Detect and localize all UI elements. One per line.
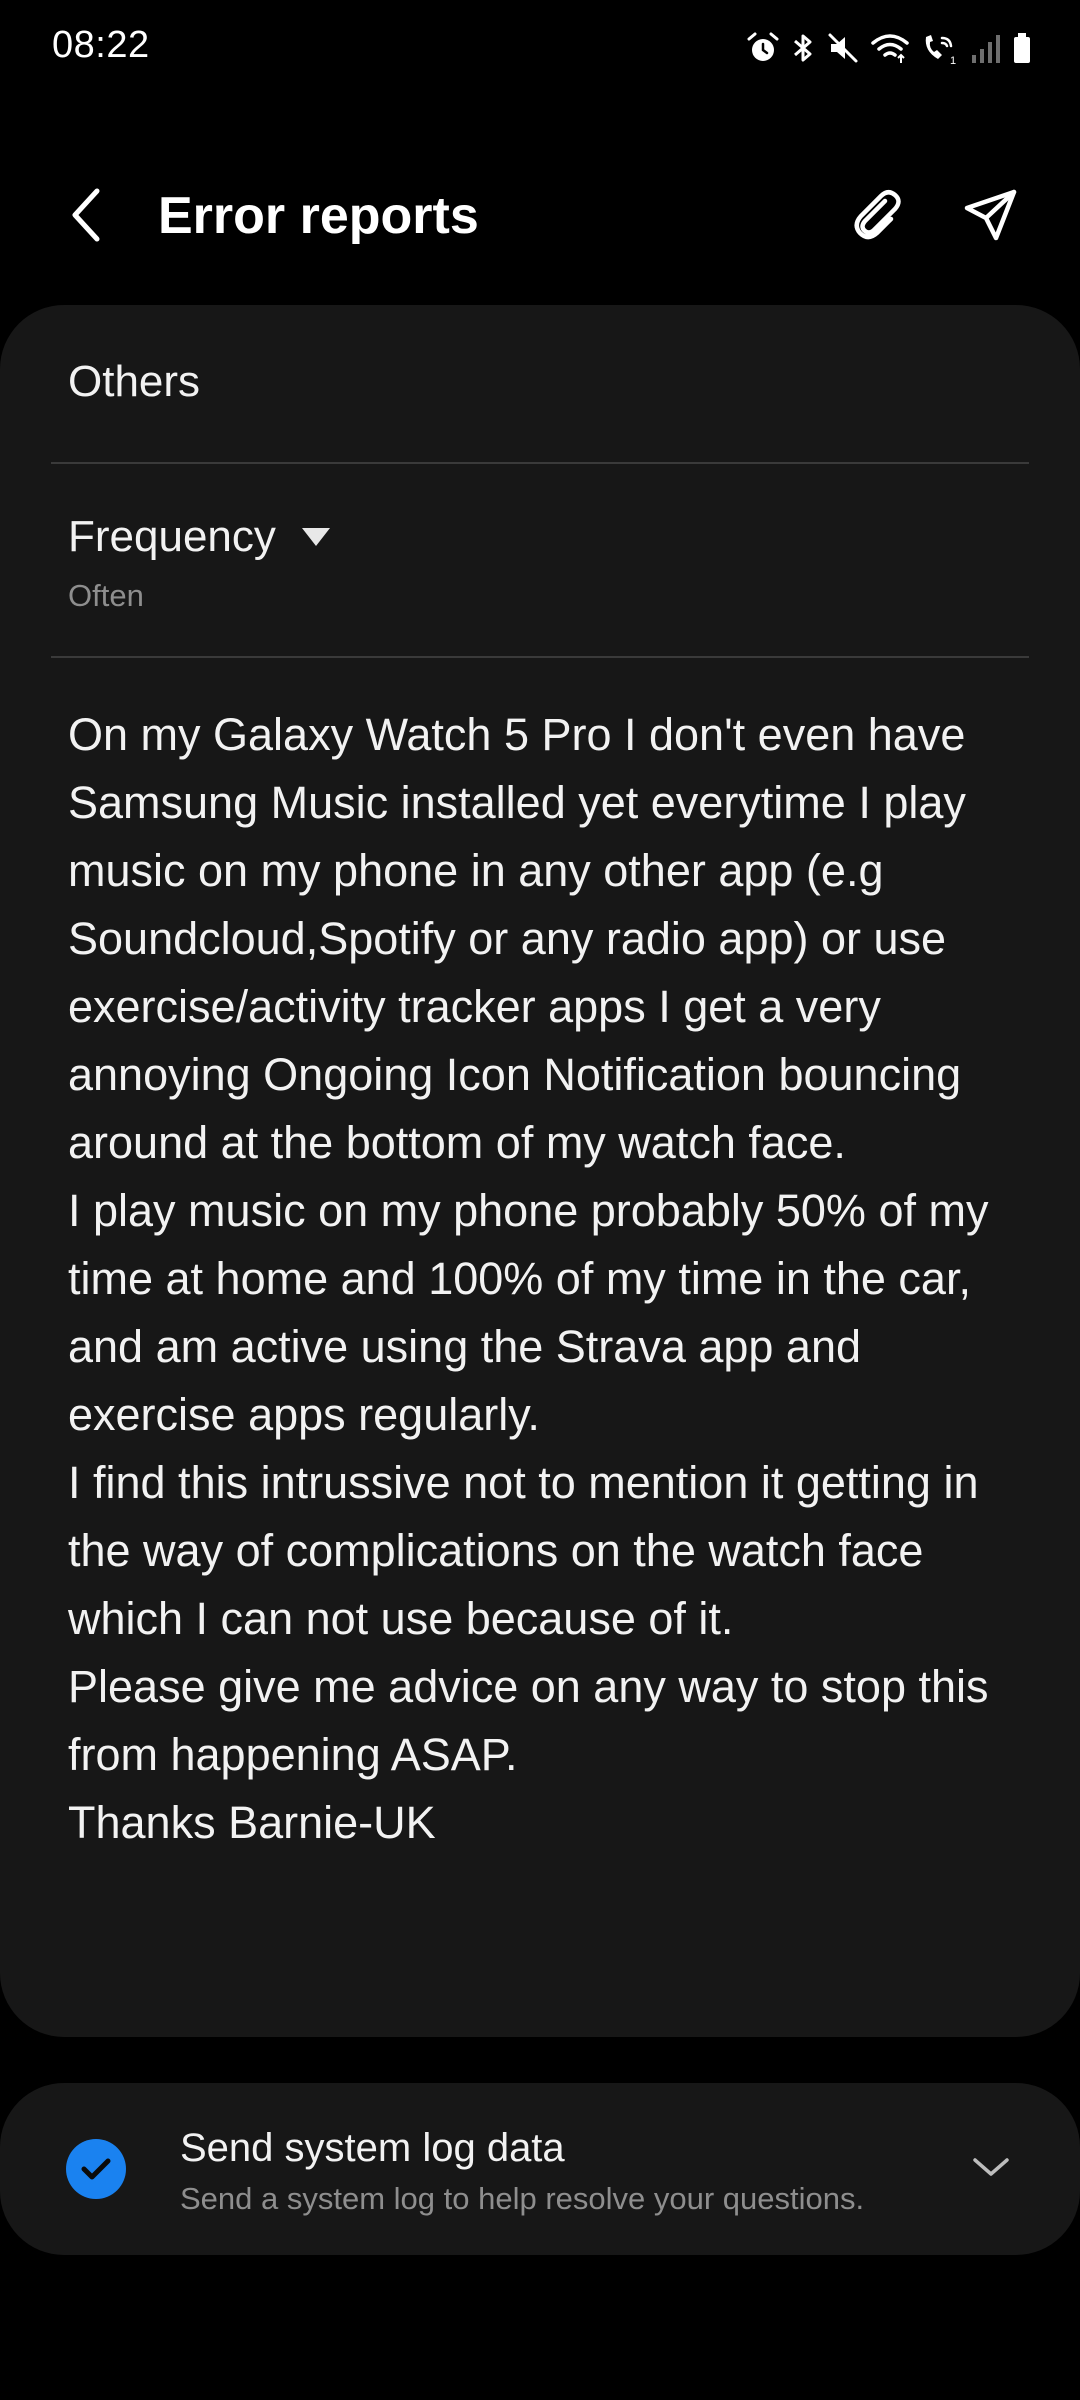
report-card: Others Frequency Often On my Galaxy Watc… [0, 305, 1080, 2037]
report-description-input[interactable]: On my Galaxy Watch 5 Pro I don't even ha… [68, 701, 1028, 1857]
back-button[interactable] [52, 180, 122, 250]
svg-text:1: 1 [950, 55, 956, 65]
checkbox-checked-icon[interactable] [66, 2139, 126, 2199]
frequency-dropdown[interactable]: Frequency Often [68, 512, 968, 632]
system-log-option[interactable]: Send system log data Send a system log t… [0, 2083, 1080, 2255]
bluetooth-icon [794, 34, 812, 62]
checkmark-icon [81, 2158, 111, 2180]
divider [51, 656, 1029, 658]
mute-icon [828, 33, 858, 63]
alarm-icon [747, 32, 779, 61]
send-icon [964, 189, 1017, 241]
system-log-title: Send system log data [180, 2126, 565, 2170]
page-title: Error reports [158, 187, 479, 245]
back-arrow-icon [72, 188, 100, 242]
paperclip-icon [854, 190, 901, 240]
chevron-down-icon[interactable] [966, 2143, 1016, 2193]
dropdown-triangle-icon [301, 528, 330, 546]
send-button[interactable] [956, 180, 1026, 250]
divider [51, 462, 1029, 464]
wifi-icon [871, 34, 909, 63]
status-time: 08:22 [52, 24, 150, 66]
wifi-calling-icon: 1 [925, 35, 956, 65]
battery-icon [1014, 33, 1030, 63]
error-reports-screen: 08:22 1 Error reports Others Frequency O… [0, 0, 1080, 2400]
frequency-label: Frequency [68, 512, 276, 561]
attach-button[interactable] [842, 180, 912, 250]
system-log-subtitle: Send a system log to help resolve your q… [180, 2181, 865, 2216]
signal-icon [972, 35, 1000, 63]
status-icons: 1 [746, 26, 1032, 70]
status-bar: 08:22 1 [0, 0, 1080, 100]
frequency-value: Often [68, 578, 144, 613]
app-bar: Error reports [0, 160, 1080, 270]
category-field[interactable]: Others [68, 357, 200, 407]
